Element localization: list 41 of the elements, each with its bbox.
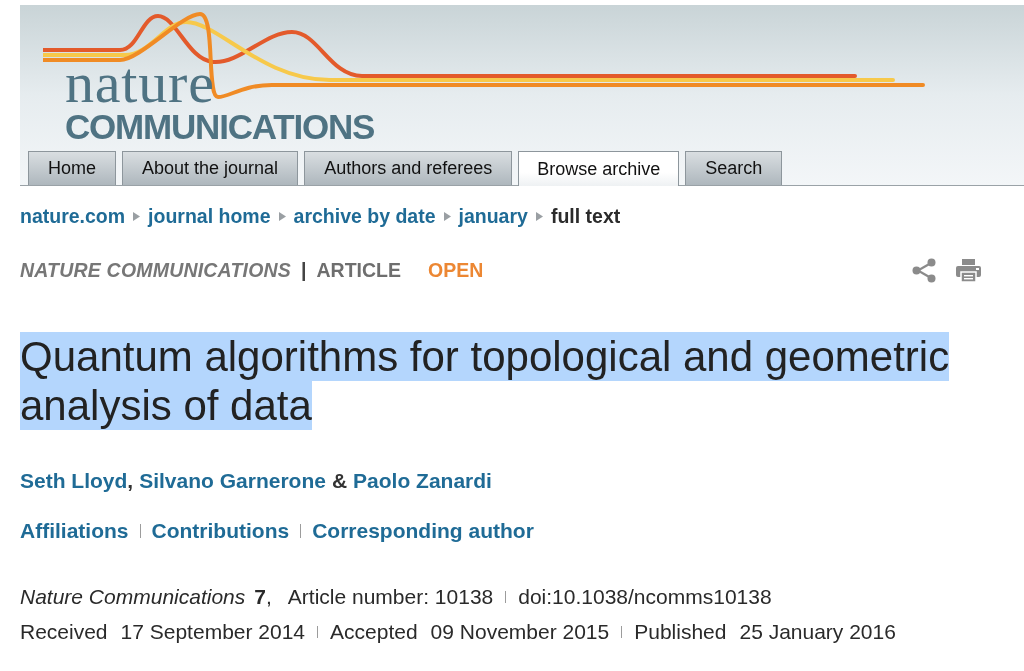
- doi-text: doi:10.1038/ncomms10138: [518, 585, 772, 609]
- print-icon[interactable]: [956, 258, 981, 282]
- journal-name: Nature Communications: [20, 585, 246, 609]
- article-section-link[interactable]: Contributions: [151, 519, 290, 543]
- article-section-link[interactable]: Affiliations: [20, 519, 129, 543]
- triangle-icon: [133, 211, 141, 221]
- logo-wordmark: nature: [65, 58, 215, 108]
- date-value: 09 November 2015: [430, 620, 610, 644]
- author-link[interactable]: Seth Lloyd: [20, 469, 128, 493]
- nav-tab[interactable]: Browse archive: [518, 151, 680, 186]
- breadcrumb-link[interactable]: archive by date: [293, 204, 436, 228]
- date-label: Published: [634, 620, 727, 644]
- author-link[interactable]: Silvano Garnerone: [139, 469, 326, 493]
- journal-label: NATURE COMMUNICATIONS: [20, 258, 292, 282]
- pipe-separator: |: [301, 258, 307, 282]
- breadcrumb-current: full text: [550, 204, 621, 228]
- nav-tab[interactable]: Search: [685, 151, 783, 185]
- article-number: Article number: 10138: [287, 585, 494, 609]
- article-type-label: ARTICLE: [316, 258, 401, 282]
- share-icon[interactable]: [912, 257, 937, 283]
- breadcrumb-link[interactable]: january: [458, 204, 528, 228]
- open-access-label: OPEN: [428, 258, 484, 282]
- breadcrumb-link[interactable]: journal home: [148, 204, 271, 228]
- triangle-icon: [535, 211, 543, 221]
- date-value: 25 January 2016: [739, 620, 896, 644]
- author-link[interactable]: Paolo Zanardi: [353, 469, 492, 493]
- date-label: Accepted: [330, 620, 418, 644]
- logo-subtitle: COMMUNICATIONS: [65, 112, 375, 142]
- article-section-link[interactable]: Corresponding author: [312, 519, 534, 543]
- triangle-icon: [443, 211, 451, 221]
- breadcrumb-link[interactable]: nature.com: [20, 204, 126, 228]
- date-label: Received: [20, 620, 108, 644]
- nav-tab[interactable]: Authors and referees: [304, 151, 513, 185]
- triangle-icon: [278, 211, 286, 221]
- volume-number: 7,: [254, 585, 272, 609]
- article-title: Quantum algorithms for topological and geometric analysis of data: [20, 332, 951, 430]
- nav-tab[interactable]: Home: [28, 151, 116, 185]
- date-value: 17 September 2014: [120, 620, 306, 644]
- author-separator: &: [331, 469, 348, 493]
- nav-tab[interactable]: About the journal: [122, 151, 299, 185]
- author-separator: ,: [127, 469, 134, 493]
